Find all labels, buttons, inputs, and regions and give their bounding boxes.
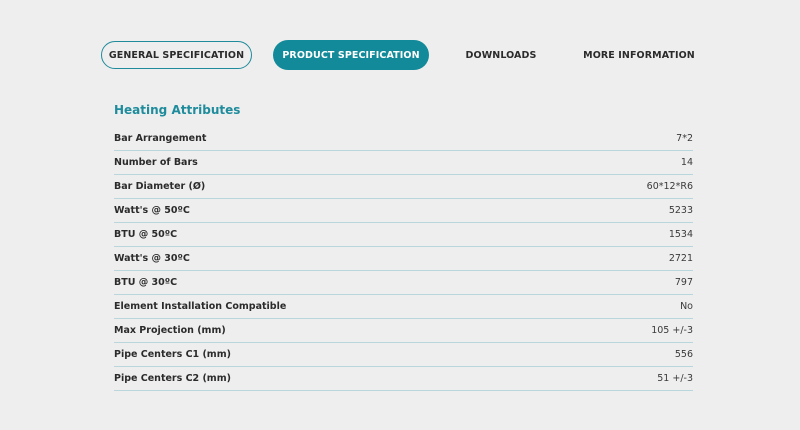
table-row: BTU @ 30ºC 797 — [114, 271, 693, 295]
spec-value: 60*12*R6 — [646, 181, 693, 192]
table-row: Watt's @ 30ºC 2721 — [114, 247, 693, 271]
spec-value: 797 — [674, 277, 693, 288]
spec-label: BTU @ 30ºC — [114, 277, 178, 288]
spec-label: BTU @ 50ºC — [114, 229, 178, 240]
table-row: Element Installation Compatible No — [114, 295, 693, 319]
spec-label: Element Installation Compatible — [114, 301, 287, 312]
spec-value: 14 — [680, 157, 693, 168]
table-row: Number of Bars 14 — [114, 151, 693, 175]
spec-value: 7*2 — [676, 133, 693, 144]
table-row: Max Projection (mm) 105 +/-3 — [114, 319, 693, 343]
spec-table: Bar Arrangement 7*2 Number of Bars 14 Ba… — [114, 127, 693, 391]
spec-label: Max Projection (mm) — [114, 325, 226, 336]
table-row: BTU @ 50ºC 1534 — [114, 223, 693, 247]
spec-value: 51 +/-3 — [657, 373, 693, 384]
table-row: Pipe Centers C1 (mm) 556 — [114, 343, 693, 367]
spec-label: Watt's @ 30ºC — [114, 253, 190, 264]
spec-label: Watt's @ 50ºC — [114, 205, 190, 216]
spec-value: 5233 — [668, 205, 693, 216]
spec-label: Bar Arrangement — [114, 133, 207, 144]
spec-label: Pipe Centers C2 (mm) — [114, 373, 231, 384]
spec-value: 105 +/-3 — [651, 325, 693, 336]
spec-label: Number of Bars — [114, 157, 198, 168]
tab-more-information[interactable]: MORE INFORMATION — [571, 41, 707, 69]
table-row: Pipe Centers C2 (mm) 51 +/-3 — [114, 367, 693, 391]
table-row: Bar Arrangement 7*2 — [114, 127, 693, 151]
spec-value: 1534 — [668, 229, 693, 240]
tab-downloads[interactable]: DOWNLOADS — [451, 41, 551, 69]
tab-product-specification[interactable]: PRODUCT SPECIFICATION — [273, 40, 429, 70]
spec-tabs: GENERAL SPECIFICATION PRODUCT SPECIFICAT… — [101, 40, 701, 71]
table-row: Watt's @ 50ºC 5233 — [114, 199, 693, 223]
spec-label: Pipe Centers C1 (mm) — [114, 349, 231, 360]
spec-label: Bar Diameter (Ø) — [114, 181, 206, 192]
spec-value: 556 — [674, 349, 693, 360]
table-row: Bar Diameter (Ø) 60*12*R6 — [114, 175, 693, 199]
tab-general-specification[interactable]: GENERAL SPECIFICATION — [101, 41, 252, 69]
spec-value: No — [680, 301, 693, 312]
spec-value: 2721 — [668, 253, 693, 264]
section-title: Heating Attributes — [114, 103, 241, 117]
